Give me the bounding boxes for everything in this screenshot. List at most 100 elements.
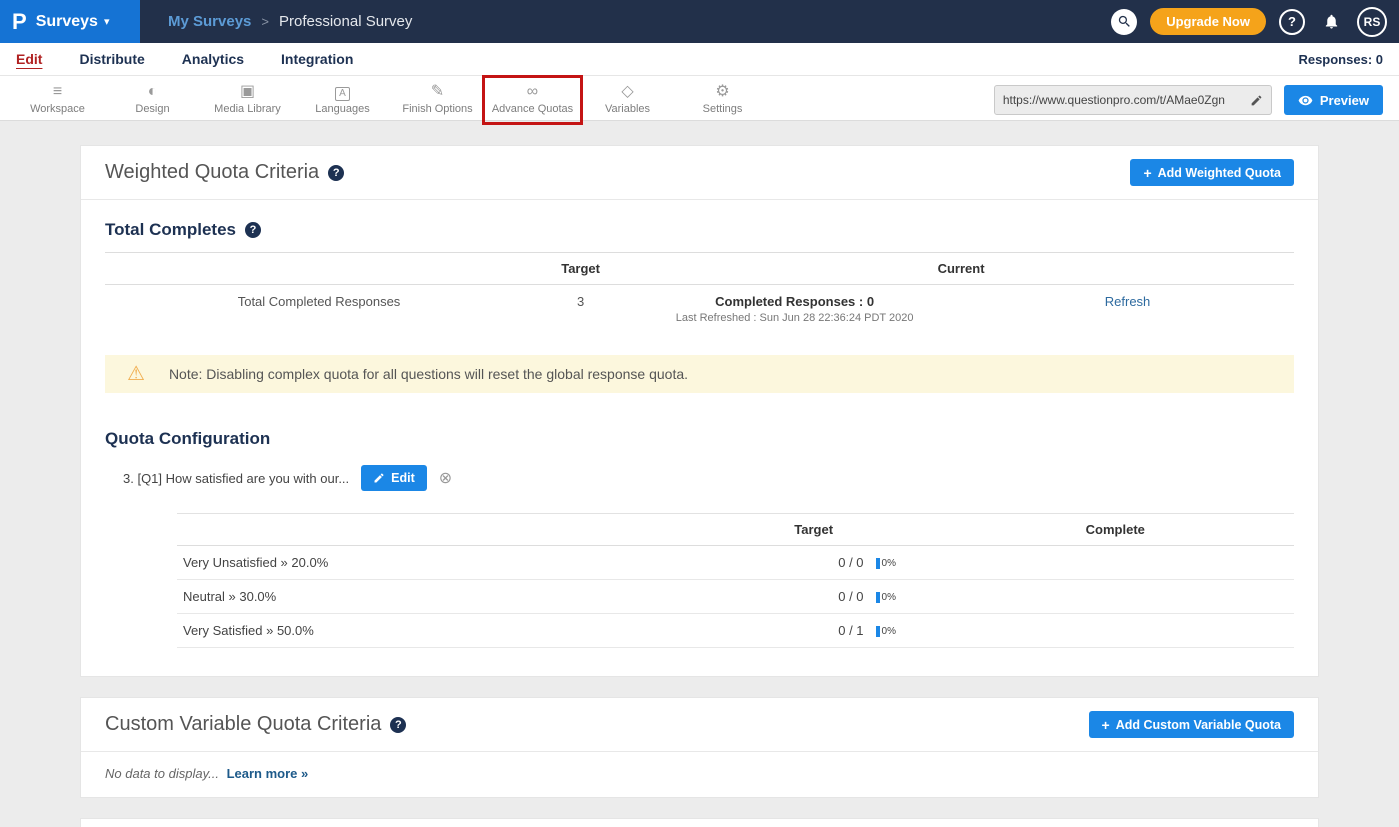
- upgrade-now-button[interactable]: Upgrade Now: [1150, 8, 1266, 35]
- question-label: 3. [Q1] How satisfied are you with our..…: [123, 471, 349, 486]
- custom-variable-quota-card: Custom Variable Quota Criteria ? + Add C…: [80, 697, 1319, 798]
- search-icon: [1117, 14, 1132, 29]
- quota-row-progress: 0%: [870, 580, 937, 614]
- help-icon[interactable]: ?: [390, 717, 406, 733]
- toolbar-right: Preview: [994, 81, 1389, 115]
- warning-icon: ⚠: [127, 364, 145, 384]
- help-button[interactable]: ?: [1279, 9, 1305, 35]
- quota-row-label: Neutral » 30.0%: [177, 580, 691, 614]
- last-refreshed: Last Refreshed : Sun Jun 28 22:36:24 PDT…: [634, 312, 955, 324]
- variables-icon: ◇: [580, 83, 675, 101]
- quota-config-table: Target Complete Very Unsatisfied » 20.0%…: [177, 513, 1294, 648]
- advance-quotas-icon: ∞: [485, 83, 580, 101]
- help-icon[interactable]: ?: [328, 165, 344, 181]
- weighted-quota-card: Weighted Quota Criteria ? + Add Weighted…: [80, 145, 1319, 677]
- tab-analytics[interactable]: Analytics: [182, 51, 244, 67]
- bell-icon: [1323, 13, 1340, 30]
- help-icon[interactable]: ?: [245, 222, 261, 238]
- toolbar: ≡ Workspace ◐ Design ▣ Media Library A L…: [0, 76, 1399, 121]
- advanced-quota-header: Advanced Quota Control ? + Add Advanced …: [81, 819, 1318, 827]
- weighted-quota-header: Weighted Quota Criteria ? + Add Weighted…: [81, 146, 1318, 200]
- quota-configuration-title: Quota Configuration: [105, 393, 1294, 449]
- progress-bar: [876, 626, 880, 637]
- plus-icon: +: [1102, 717, 1110, 733]
- learn-more-link[interactable]: Learn more »: [227, 766, 309, 781]
- current-cell: Completed Responses : 0 Last Refreshed :…: [628, 285, 961, 334]
- breadcrumb-current: Professional Survey: [279, 13, 412, 30]
- toolbar-item-finish-options[interactable]: ✎ Finish Options: [390, 81, 485, 115]
- quota-row-progress: 0%: [870, 614, 937, 648]
- quota-row-target: 0 / 0: [691, 546, 870, 580]
- toolbar-item-design[interactable]: ◐ Design: [105, 81, 200, 115]
- quota-row-progress: 0%: [870, 546, 937, 580]
- total-completed-label: Total Completed Responses: [105, 285, 533, 334]
- column-complete: Complete: [937, 514, 1294, 546]
- progress-bar: [876, 592, 880, 603]
- top-navbar: P Surveys ▾ My Surveys > Professional Su…: [0, 0, 1399, 43]
- toolbar-item-advance-quotas[interactable]: ∞ Advance Quotas: [485, 81, 580, 115]
- notifications-button[interactable]: [1318, 9, 1344, 35]
- avatar[interactable]: RS: [1357, 7, 1387, 37]
- tab-distribute[interactable]: Distribute: [79, 51, 144, 67]
- design-icon: ◐: [105, 83, 200, 101]
- tab-integration[interactable]: Integration: [281, 51, 353, 67]
- quota-row-label: Very Satisfied » 50.0%: [177, 614, 691, 648]
- quota-note: ⚠ Note: Disabling complex quota for all …: [105, 355, 1294, 393]
- progress-bar: [876, 558, 880, 569]
- responses-count: Responses: 0: [1298, 52, 1383, 67]
- column-current: Current: [628, 253, 1294, 285]
- survey-url-box: [994, 85, 1272, 115]
- toolbar-item-settings[interactable]: ⚙ Settings: [675, 81, 770, 115]
- add-custom-variable-quota-button[interactable]: + Add Custom Variable Quota: [1089, 711, 1295, 738]
- edit-icon: [373, 472, 385, 484]
- add-weighted-quota-button[interactable]: + Add Weighted Quota: [1130, 159, 1294, 186]
- settings-icon: ⚙: [675, 83, 770, 101]
- app-logo-block[interactable]: P Surveys ▾: [0, 0, 140, 43]
- quota-row: Very Unsatisfied » 20.0% 0 / 0 0%: [177, 546, 1294, 580]
- table-row: Total Completed Responses 3 Completed Re…: [105, 285, 1294, 334]
- finish-options-icon: ✎: [390, 83, 485, 101]
- toolbar-item-variables[interactable]: ◇ Variables: [580, 81, 675, 115]
- plus-icon: +: [1143, 165, 1151, 181]
- search-button[interactable]: [1111, 9, 1137, 35]
- workspace-icon: ≡: [10, 83, 105, 101]
- caret-down-icon: ▾: [104, 15, 110, 28]
- main-content: Weighted Quota Criteria ? + Add Weighted…: [0, 121, 1399, 827]
- edit-url-icon[interactable]: [1243, 86, 1271, 114]
- toolbar-item-media-library[interactable]: ▣ Media Library: [200, 81, 295, 115]
- quota-row: Neutral » 30.0% 0 / 0 0%: [177, 580, 1294, 614]
- edit-question-button[interactable]: Edit: [361, 465, 427, 491]
- no-data-text: No data to display...: [105, 766, 219, 781]
- survey-url-input[interactable]: [995, 93, 1243, 107]
- target-value: 3: [533, 285, 628, 334]
- weighted-quota-body: Total Completes ? Target Current Total C…: [81, 200, 1318, 676]
- quota-row-target: 0 / 0: [691, 580, 870, 614]
- note-text: Note: Disabling complex quota for all qu…: [169, 366, 688, 382]
- custom-variable-quota-title: Custom Variable Quota Criteria ?: [105, 713, 406, 736]
- weighted-quota-title: Weighted Quota Criteria ?: [105, 161, 344, 184]
- quota-row-label: Very Unsatisfied » 20.0%: [177, 546, 691, 580]
- remove-quota-icon[interactable]: ⊗: [439, 468, 452, 488]
- surveys-menu-label: Surveys: [36, 13, 98, 31]
- no-data-row: No data to display... Learn more »: [81, 752, 1318, 797]
- quota-row: Very Satisfied » 50.0% 0 / 1 0%: [177, 614, 1294, 648]
- help-icon: ?: [1288, 14, 1296, 29]
- surveys-menu[interactable]: Surveys ▾: [36, 13, 110, 31]
- preview-button[interactable]: Preview: [1284, 85, 1383, 115]
- main-tabs: Edit Distribute Analytics Integration Re…: [0, 43, 1399, 76]
- tab-edit[interactable]: Edit: [16, 51, 42, 67]
- completed-responses: Completed Responses : 0: [634, 294, 955, 309]
- eye-icon: [1298, 93, 1313, 108]
- breadcrumb-my-surveys[interactable]: My Surveys: [168, 13, 251, 30]
- languages-icon: A: [295, 83, 390, 101]
- breadcrumb: My Surveys > Professional Survey: [168, 13, 412, 30]
- column-target: Target: [691, 514, 937, 546]
- advanced-quota-card: Advanced Quota Control ? + Add Advanced …: [80, 818, 1319, 827]
- toolbar-item-workspace[interactable]: ≡ Workspace: [10, 81, 105, 115]
- questionpro-logo: P: [12, 11, 27, 33]
- refresh-link[interactable]: Refresh: [1105, 294, 1151, 309]
- question-row: 3. [Q1] How satisfied are you with our..…: [123, 465, 1294, 491]
- breadcrumb-separator: >: [261, 14, 269, 29]
- navbar-actions: Upgrade Now ? RS: [1111, 7, 1399, 37]
- toolbar-item-languages[interactable]: A Languages: [295, 81, 390, 115]
